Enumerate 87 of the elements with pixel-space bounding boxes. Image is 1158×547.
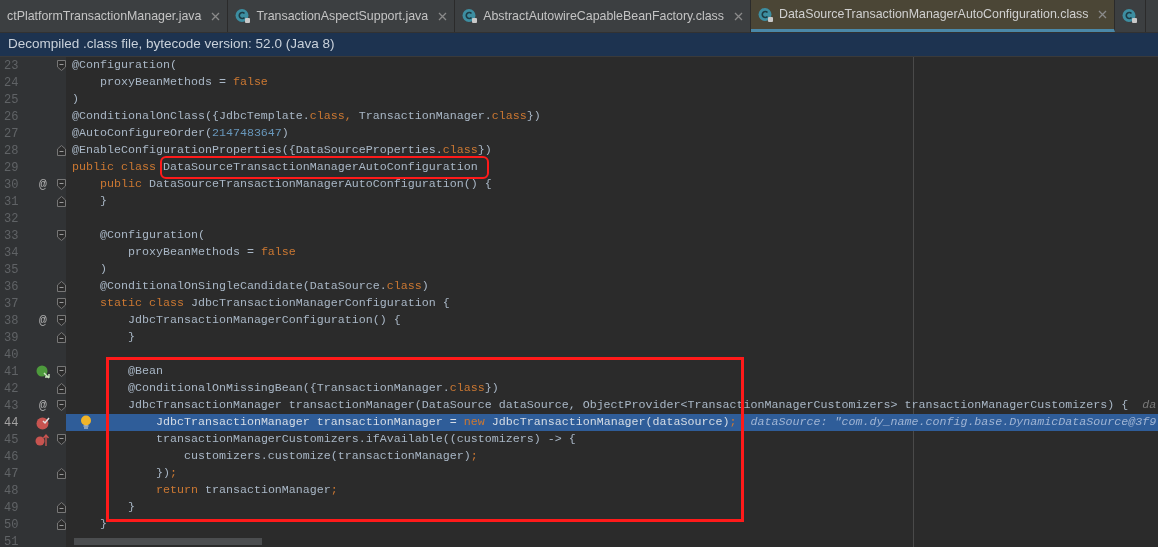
code-text: transactionManager bbox=[204, 482, 331, 499]
editor-tab[interactable]: TransactionAspectSupport.java bbox=[228, 0, 456, 32]
code-text: false bbox=[260, 244, 296, 261]
fold-marker-icon[interactable] bbox=[56, 519, 66, 530]
code-text: ) bbox=[72, 91, 79, 108]
fold-marker-icon[interactable] bbox=[56, 281, 66, 292]
code-text: @ConditionalOnMissingBean({TransactionManager. bbox=[127, 380, 450, 397]
code-text: }) bbox=[155, 465, 170, 482]
code-text: class bbox=[386, 278, 422, 295]
code-text: static class bbox=[100, 295, 185, 312]
fold-marker-icon[interactable] bbox=[56, 145, 66, 156]
fold-marker-icon[interactable] bbox=[56, 230, 66, 241]
close-icon[interactable] bbox=[734, 11, 743, 21]
inline-value-hint: da bbox=[1141, 397, 1157, 414]
code-text: return bbox=[155, 482, 199, 499]
code-text: }) bbox=[484, 380, 499, 397]
close-icon[interactable] bbox=[438, 11, 448, 21]
fold-marker-icon[interactable] bbox=[56, 502, 66, 513]
fold-marker-icon[interactable] bbox=[56, 332, 66, 343]
code-text: transactionManagerCustomizers.ifAvailable((customizers) -> { bbox=[155, 431, 576, 448]
code-text: customizers.customize(transactionManager) bbox=[183, 448, 471, 465]
code-text: } bbox=[100, 193, 107, 210]
code-text: ; bbox=[729, 414, 737, 431]
fold-marker-icon[interactable] bbox=[56, 60, 66, 71]
inline-value-hint: dataSource: "com.dy_name.config.base.DynamicDataSource@3f9 bbox=[749, 414, 1157, 431]
editor-tab[interactable]: DataSourceTransactionManagerAutoConfiguration.class bbox=[751, 0, 1116, 32]
code-text: JdbcTransactionManagerConfiguration() { bbox=[127, 312, 401, 329]
tab-label: DataSourceTransactionManagerAutoConfiguration.class bbox=[779, 6, 1089, 24]
fold-marker-icon[interactable] bbox=[56, 400, 66, 411]
fold-marker-icon[interactable] bbox=[56, 196, 66, 207]
tab-label: AbstractAutowireCapableBeanFactory.class bbox=[483, 7, 724, 25]
code-text: class bbox=[449, 380, 485, 397]
fold-marker-icon[interactable] bbox=[56, 383, 66, 394]
code-text: DataSourceTransactionManagerAutoConfiguration() { bbox=[148, 176, 492, 193]
fold-marker-icon[interactable] bbox=[56, 298, 66, 309]
code-text: @Configuration( bbox=[100, 227, 205, 244]
fold-marker-icon[interactable] bbox=[56, 179, 66, 190]
code-text: } bbox=[127, 499, 135, 516]
fold-marker-icon[interactable] bbox=[56, 434, 66, 445]
fold-marker-icon[interactable] bbox=[56, 315, 66, 326]
lightbulb-icon[interactable] bbox=[80, 415, 92, 430]
code-text: class bbox=[491, 108, 527, 125]
bean-icon[interactable] bbox=[36, 364, 50, 379]
code-text: @Configuration( bbox=[72, 57, 177, 74]
code-text: proxyBeanMethods = bbox=[100, 74, 227, 91]
code-text: ) bbox=[100, 261, 107, 278]
code-text: ; bbox=[330, 482, 338, 499]
code-text: ) bbox=[421, 278, 429, 295]
editor-tab[interactable]: ctPlatformTransactionManager.java bbox=[0, 0, 229, 32]
tab-label: TransactionAspectSupport.java bbox=[256, 7, 429, 25]
code-text: class, bbox=[309, 108, 352, 125]
code-text: public bbox=[100, 176, 143, 193]
code-text: @ConditionalOnSingleCandidate(DataSource. bbox=[100, 278, 387, 295]
code-text: ; bbox=[470, 448, 478, 465]
code-text: JdbcTransactionManager(dataSource) bbox=[491, 414, 730, 431]
override-marker[interactable]: @ bbox=[39, 399, 47, 412]
banner-text: Decompiled .class file, bytecode version: 52.0 (Java 8) bbox=[8, 35, 335, 54]
code-text: JdbcTransactionManagerConfiguration { bbox=[190, 295, 450, 312]
code-text: }) bbox=[526, 108, 541, 125]
code-text: @Bean bbox=[127, 363, 163, 380]
breakpoint-icon[interactable] bbox=[36, 415, 50, 430]
code-text: }) bbox=[477, 142, 492, 159]
line-number: 44 bbox=[3, 414, 20, 432]
code-text: DataSourceTransactionManagerAutoConfiguration bbox=[162, 159, 486, 176]
horizontal-scrollbar[interactable] bbox=[74, 538, 262, 545]
code-text: 2147483647 bbox=[211, 125, 282, 142]
code-text: ; bbox=[169, 465, 177, 482]
code-text: @ConditionalOnClass({JdbcTemplate. bbox=[72, 108, 310, 125]
close-icon[interactable] bbox=[1098, 10, 1108, 19]
code-text: new bbox=[463, 414, 486, 431]
code-text: public class bbox=[72, 159, 157, 176]
override-marker[interactable]: @ bbox=[39, 314, 47, 327]
code-text: proxyBeanMethods = bbox=[127, 244, 255, 261]
code-text: } bbox=[100, 516, 107, 533]
code-text: class bbox=[442, 142, 478, 159]
fold-marker-icon[interactable] bbox=[56, 366, 66, 377]
tab-label: ctPlatformTransactionManager.java bbox=[7, 7, 202, 25]
close-icon[interactable] bbox=[211, 11, 221, 21]
code-text: @AutoConfigureOrder( bbox=[72, 125, 212, 142]
code-text: false bbox=[232, 74, 268, 91]
code-text: JdbcTransactionManager transactionManager = bbox=[155, 414, 458, 431]
fold-marker-icon[interactable] bbox=[56, 468, 66, 479]
code-text: TransactionManager. bbox=[357, 108, 492, 125]
code-text: } bbox=[127, 329, 135, 346]
override-marker[interactable]: @ bbox=[39, 178, 47, 191]
code-text: ) bbox=[281, 125, 289, 142]
code-text: @EnableConfigurationProperties({DataSourceProperties. bbox=[72, 142, 443, 159]
